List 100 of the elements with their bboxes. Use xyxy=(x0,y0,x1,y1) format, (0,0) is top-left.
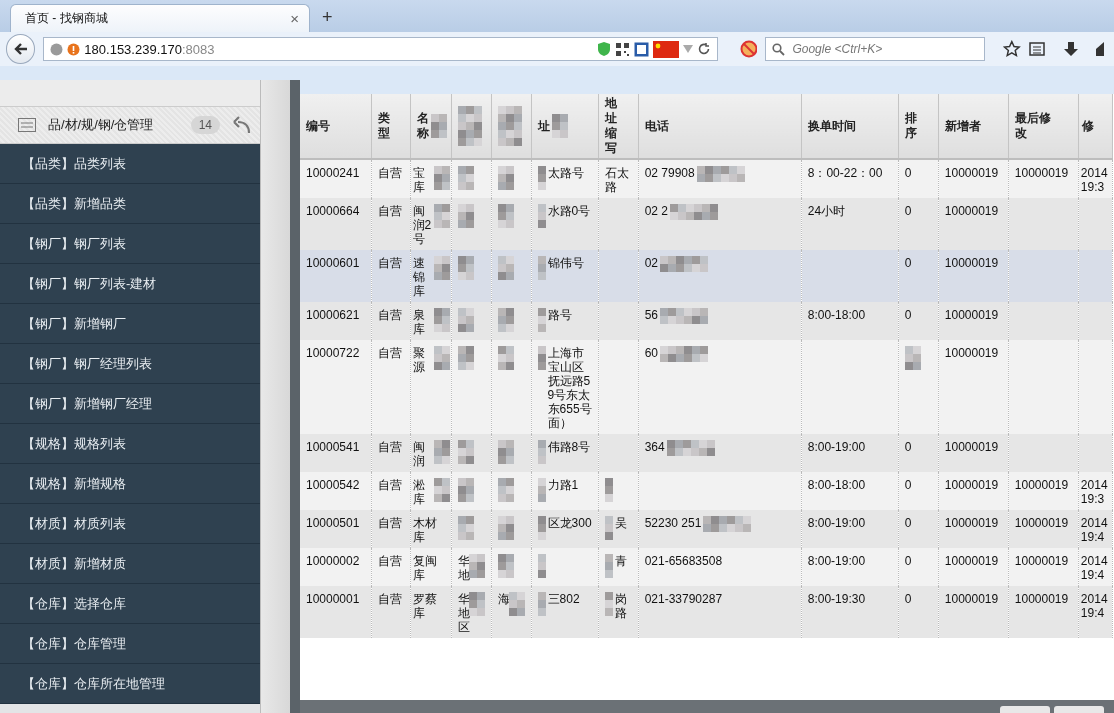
sidebar-item[interactable]: 【品类】品类列表 xyxy=(0,144,260,184)
column-header[interactable]: 换单时间 xyxy=(801,94,899,159)
table-cell: 自营 xyxy=(377,516,402,530)
table-cell: 0 xyxy=(904,166,912,180)
table-cell: 0 xyxy=(904,204,912,218)
table-cell: 8:00-19:00 xyxy=(807,440,866,454)
table-cell: 0 xyxy=(904,516,912,530)
column-header[interactable] xyxy=(451,94,492,159)
table-cell: 0 xyxy=(904,308,912,322)
table-cell: 自营 xyxy=(377,166,402,180)
sidebar-item[interactable]: 【仓库】仓库所在地管理 xyxy=(0,664,260,704)
curved-arrow-icon[interactable] xyxy=(232,115,252,135)
table-cell-text: 木材库 xyxy=(412,516,438,544)
column-header[interactable]: 排序 xyxy=(898,94,939,159)
table-cell: 364 xyxy=(644,440,665,454)
column-header[interactable] xyxy=(491,94,532,159)
table-cell-text: 聚源 xyxy=(412,346,426,374)
column-header[interactable]: 新增者 xyxy=(938,94,1009,159)
table-cell: 上海市宝山区抚远路59号东太东655号面） xyxy=(547,346,592,430)
sidebar-item[interactable]: 【仓库】选择仓库 xyxy=(0,584,260,624)
table-row[interactable]: 10000722 自营 聚源 上海市宝山区抚远路59号东太东655号面） 60 10000019 xyxy=(300,340,1113,434)
search-field[interactable]: Google <Ctrl+K> xyxy=(765,37,986,61)
download-icon[interactable] xyxy=(1062,41,1079,57)
table-cell: 24小时 xyxy=(807,204,846,218)
table-cell-text: 2014 19:3 xyxy=(1080,166,1109,194)
table-cell: 太路号 xyxy=(547,166,584,180)
column-header[interactable]: 修 xyxy=(1078,94,1113,159)
table-cell: 10000002 xyxy=(306,554,360,568)
table-cell: 青 xyxy=(614,554,627,568)
reading-list-icon[interactable] xyxy=(1029,41,1045,57)
browser-tab[interactable]: 首页 - 找钢商城 × xyxy=(10,4,310,32)
table-cell: 10000019 xyxy=(944,308,999,322)
table-row[interactable]: 10000241 自营 宝库 太路号 石太路 02 79908 8：00-22：00 0 10000019 10000019 2014 19:3 xyxy=(300,159,1113,198)
table-cell: 021-65683508 xyxy=(644,554,723,568)
table-cell: 伟路8号 xyxy=(547,440,591,454)
table-cell: 10000019 xyxy=(1014,516,1069,530)
sidebar-item[interactable]: 【仓库】仓库管理 xyxy=(0,624,260,664)
qr-code-icon[interactable] xyxy=(614,41,630,57)
table-cell: 8：00-22：00 xyxy=(807,166,883,180)
sidebar-item[interactable]: 【钢厂】钢厂列表 xyxy=(0,224,260,264)
table-cell: 10000621 xyxy=(306,308,360,322)
table-cell: 60 xyxy=(644,346,658,360)
back-arrow-icon xyxy=(12,41,29,57)
sidebar-item[interactable]: 【钢厂】新增钢厂经理 xyxy=(0,384,260,424)
document-icon[interactable] xyxy=(633,41,649,57)
table-cell: 三802 xyxy=(547,592,580,606)
table-cell-text: 岗路 xyxy=(614,592,628,620)
address-bar[interactable]: 180.153.239.170:8083 xyxy=(43,37,718,61)
table-cell: 52230 251 xyxy=(644,516,702,530)
column-header[interactable]: 类型 xyxy=(371,94,411,159)
table-cell: 10000501 xyxy=(306,516,360,530)
column-header[interactable]: 地址缩写 xyxy=(598,94,639,159)
column-header[interactable]: 电话 xyxy=(638,94,802,159)
table-cell: 0 xyxy=(904,256,912,270)
table-cell: 10000722 xyxy=(306,346,360,360)
column-header[interactable]: 名称 xyxy=(410,94,452,159)
reload-icon[interactable] xyxy=(696,42,711,56)
tab-close-button[interactable]: × xyxy=(290,10,299,27)
sidebar-item[interactable]: 【品类】新增品类 xyxy=(0,184,260,224)
blocked-icon[interactable] xyxy=(739,40,758,58)
table-cell: 10000019 xyxy=(944,346,999,360)
table-row[interactable]: 10000541 自营 闽润 伟路8号 364 8:00-19:00 0 10000019 xyxy=(300,434,1113,472)
table-cell: 10000019 xyxy=(944,592,999,606)
table-cell: 10000019 xyxy=(944,554,999,568)
column-header[interactable]: 址 xyxy=(531,94,599,159)
table-row[interactable]: 10000664 自营 闽润2号 水路0号 02 2 24小时 0 10000019 xyxy=(300,198,1113,250)
sidebar-item[interactable]: 【材质】材质列表 xyxy=(0,504,260,544)
table-cell: 闽润2号 xyxy=(412,204,432,246)
sidebar-item[interactable]: 【材质】新增材质 xyxy=(0,544,260,584)
sidebar-item[interactable]: 【钢厂】钢厂经理列表 xyxy=(0,344,260,384)
table-cell-text: 2014 19:4 xyxy=(1080,554,1109,582)
star-icon[interactable] xyxy=(1003,40,1022,58)
new-tab-button[interactable]: + xyxy=(314,7,341,32)
url-host: 180.153.239.170 xyxy=(84,41,182,57)
flag-icon[interactable] xyxy=(652,40,679,58)
table-cell: 02 79908 xyxy=(644,166,695,180)
table-cell-text: 泉库 xyxy=(412,308,426,336)
column-header[interactable]: 编号 xyxy=(300,94,372,159)
item-count: 14 xyxy=(190,116,220,134)
table-cell: 锦伟号 xyxy=(547,256,584,270)
table-row[interactable]: 10000001 自营 罗蔡库 华地区 海 三802 岗路 021-33790287 8:00-19:30 0 10000019 10000019 2014 19:4 xyxy=(300,586,1113,638)
table-row[interactable]: 10000002 自营 复闽库 华地 青 021-65683508 8:00-19:00 0 10000019 10000019 2014 19:4 xyxy=(300,548,1113,586)
table-row[interactable]: 10000621 自营 泉库 路号 56 8:00-18:00 0 10000019 xyxy=(300,302,1113,340)
table-cell-text: 2014 19:4 xyxy=(1080,516,1109,544)
table-cell: 10000019 xyxy=(944,516,999,530)
table-row[interactable]: 10000501 自营 木材库 区龙300 吴 52230 251 8:00-19:00 0 10000019 10000019 2014 19:4 xyxy=(300,510,1113,548)
table-cell: 自营 xyxy=(377,554,402,568)
table-cell: 自营 xyxy=(377,440,402,454)
table-cell: 8:00-18:00 xyxy=(807,308,866,322)
sidebar-item[interactable]: 【规格】规格列表 xyxy=(0,424,260,464)
table-row[interactable]: 10000601 自营 速锦库 锦伟号 02 0 10000019 xyxy=(300,250,1113,302)
column-header[interactable]: 最后修改 xyxy=(1008,94,1079,159)
back-button[interactable] xyxy=(6,34,36,64)
table-row[interactable]: 10000542 自营 淞库 力路1 8:00-18:00 0 10000019 10000019 2014 19:3 xyxy=(300,472,1113,510)
sidebar-item[interactable]: 【钢厂】新增钢厂 xyxy=(0,304,260,344)
sidebar-item[interactable]: 【规格】新增规格 xyxy=(0,464,260,504)
table-cell: 10000019 xyxy=(944,166,999,180)
sidebar-section-header[interactable]: 品/材/规/钢/仓管理 14 xyxy=(0,107,260,144)
table-cell: 10000664 xyxy=(306,204,360,218)
sidebar-item[interactable]: 【钢厂】钢厂列表-建材 xyxy=(0,264,260,304)
